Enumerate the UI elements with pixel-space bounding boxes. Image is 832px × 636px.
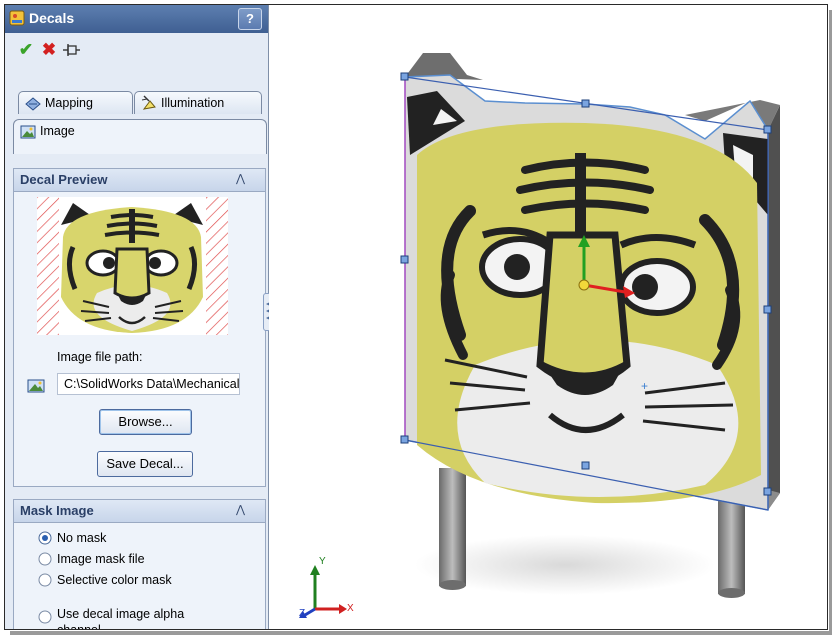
triad-x-label: X	[347, 603, 354, 614]
tab-illumination-label: Illumination	[161, 96, 225, 110]
radio-selective-color-mask[interactable]	[38, 573, 52, 587]
decals-property-manager: Decals ? ✔ ✖ Mapping Illumination Image …	[5, 5, 269, 629]
mask-image-header[interactable]: Mask Image ⋀	[14, 500, 265, 523]
tiger-thumbnail-icon	[37, 197, 228, 335]
mapping-icon	[25, 97, 41, 111]
decal-preview-image	[37, 197, 228, 335]
triad-y-label: Y	[319, 556, 326, 567]
ok-button[interactable]: ✔	[15, 39, 37, 61]
decal-handle[interactable]	[400, 255, 409, 264]
collapse-chevron-icon[interactable]: ⋀	[236, 172, 245, 185]
radio-selective-color-mask-label: Selective color mask	[57, 573, 172, 587]
decal-icon	[9, 10, 25, 26]
decal-handle[interactable]	[763, 487, 772, 496]
radio-image-mask-file[interactable]	[38, 552, 52, 566]
illumination-icon	[141, 95, 156, 110]
radio-decal-alpha-channel[interactable]	[38, 610, 52, 624]
image-icon	[20, 125, 36, 139]
save-decal-button[interactable]: Save Decal...	[97, 451, 193, 477]
image-file-path-input[interactable]: C:\SolidWorks Data\Mechanical	[57, 373, 240, 395]
pin-icon[interactable]	[61, 43, 81, 57]
window-shadow	[10, 631, 832, 635]
decal-handle[interactable]	[763, 305, 772, 314]
collapse-chevron-icon[interactable]: ⋀	[236, 503, 245, 516]
radio-no-mask-label: No mask	[57, 531, 107, 545]
radio-no-mask[interactable]	[38, 531, 52, 545]
property-manager-title-bar: Decals ?	[5, 5, 268, 33]
tab-image-label: Image	[40, 124, 75, 138]
help-button[interactable]: ?	[238, 8, 262, 30]
tab-image[interactable]: Image	[13, 119, 267, 154]
radio-decal-alpha-channel-label: Use decal image alpha channel	[57, 607, 185, 630]
mask-image-title: Mask Image	[20, 503, 94, 518]
decal-preview-title: Decal Preview	[20, 172, 108, 187]
image-file-icon	[27, 379, 45, 393]
triad-z-label: Z	[299, 608, 306, 619]
radio-image-mask-file-label: Image mask file	[57, 552, 145, 566]
solidworks-window: Decals ? ✔ ✖ Mapping Illumination Image …	[4, 4, 828, 630]
decal-handle[interactable]	[763, 125, 772, 134]
browse-button[interactable]: Browse...	[99, 409, 192, 435]
property-manager-title: Decals	[29, 10, 75, 26]
graphics-viewport[interactable]: + Y X Z	[269, 5, 827, 629]
svg-text:+: +	[641, 379, 648, 393]
tiger-decal-icon	[407, 91, 768, 504]
tab-illumination[interactable]: Illumination	[134, 91, 262, 114]
tab-mapping-label: Mapping	[45, 96, 93, 110]
decal-preview-header[interactable]: Decal Preview ⋀	[14, 169, 265, 192]
tiger-sign-model[interactable]: +	[269, 5, 827, 629]
cancel-button[interactable]: ✖	[38, 39, 60, 61]
decal-handle[interactable]	[581, 99, 590, 108]
image-file-path-label: Image file path:	[57, 350, 143, 364]
tab-mapping[interactable]: Mapping	[18, 91, 133, 114]
decal-handle[interactable]	[400, 72, 409, 81]
decal-handle[interactable]	[581, 461, 590, 470]
decal-handle[interactable]	[400, 435, 409, 444]
